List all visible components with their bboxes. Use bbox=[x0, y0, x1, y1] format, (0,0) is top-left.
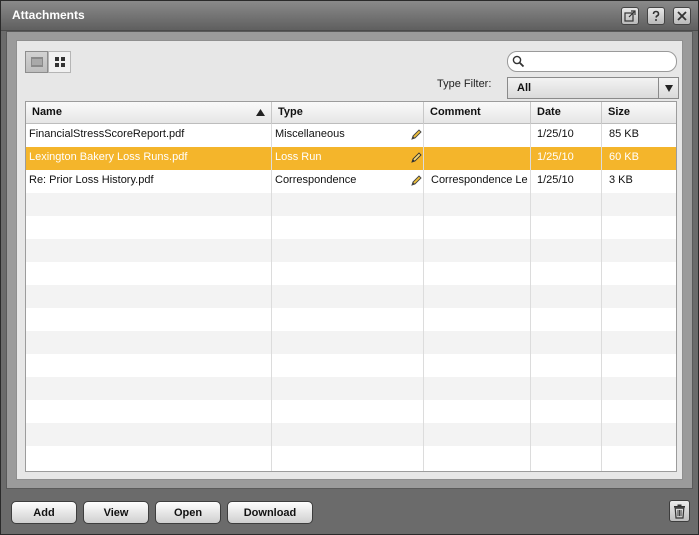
cell-comment bbox=[428, 147, 531, 170]
list-view-icon bbox=[30, 57, 43, 67]
edit-pencil-icon[interactable] bbox=[409, 151, 423, 165]
content-frame: Type Filter: All Name Type Comment Date … bbox=[6, 31, 693, 489]
empty-row bbox=[26, 193, 676, 216]
cell-date: 1/25/10 bbox=[537, 151, 574, 163]
cell-date: 1/25/10 bbox=[537, 174, 574, 186]
cell-name: FinancialStressScoreReport.pdf bbox=[29, 128, 185, 140]
type-text: Miscellaneous bbox=[275, 128, 345, 140]
button-bar: Add View Open Download bbox=[1, 491, 698, 534]
column-header-size[interactable]: Size bbox=[602, 102, 676, 124]
delete-button[interactable] bbox=[669, 500, 690, 522]
attachments-table: Name Type Comment Date Size FinancialStr… bbox=[25, 101, 677, 472]
close-button[interactable] bbox=[673, 7, 691, 25]
empty-row bbox=[26, 377, 676, 400]
type-filter-label: Type Filter: bbox=[437, 78, 492, 90]
search-field[interactable] bbox=[507, 51, 677, 72]
search-input[interactable] bbox=[528, 55, 668, 68]
title-bar: Attachments bbox=[1, 1, 698, 31]
search-icon bbox=[512, 55, 525, 68]
empty-row bbox=[26, 239, 676, 262]
window-title: Attachments bbox=[12, 8, 85, 22]
column-label: Name bbox=[32, 106, 62, 118]
cell-date: 1/25/10 bbox=[537, 128, 574, 140]
attachments-window: Attachments Type Filter: All Name Type C… bbox=[0, 0, 699, 535]
table-row[interactable]: FinancialStressScoreReport.pdf Miscellan… bbox=[26, 124, 676, 147]
sort-ascending-icon bbox=[256, 109, 265, 116]
table-header: Name Type Comment Date Size bbox=[26, 102, 676, 124]
edit-pencil-icon[interactable] bbox=[409, 174, 423, 188]
thumbnail-view-button[interactable] bbox=[48, 51, 71, 73]
cell-type: Loss Run bbox=[272, 147, 424, 170]
cell-size: 60 KB bbox=[609, 151, 639, 163]
empty-row bbox=[26, 331, 676, 354]
cell-size: 3 KB bbox=[609, 174, 633, 186]
type-text: Loss Run bbox=[275, 151, 322, 163]
cell-size: 85 KB bbox=[609, 128, 639, 140]
empty-row bbox=[26, 285, 676, 308]
column-header-date[interactable]: Date bbox=[531, 102, 602, 124]
view-button[interactable]: View bbox=[83, 501, 149, 524]
cell-type: Miscellaneous bbox=[272, 124, 424, 147]
table-row-selected[interactable]: Lexington Bakery Loss Runs.pdf Loss Run … bbox=[26, 147, 676, 170]
grid-view-icon bbox=[54, 57, 65, 67]
chevron-down-icon bbox=[664, 84, 673, 92]
cell-name: Re: Prior Loss History.pdf bbox=[29, 174, 154, 186]
type-filter-select[interactable]: All bbox=[507, 77, 679, 99]
add-button[interactable]: Add bbox=[11, 501, 77, 524]
close-icon bbox=[677, 11, 687, 21]
list-view-button[interactable] bbox=[25, 51, 48, 73]
trash-icon bbox=[674, 504, 685, 519]
column-header-comment[interactable]: Comment bbox=[424, 102, 531, 124]
column-label: Type bbox=[278, 106, 303, 118]
column-divider bbox=[271, 124, 272, 471]
column-divider bbox=[423, 124, 424, 471]
column-label: Date bbox=[537, 106, 561, 118]
column-label: Comment bbox=[430, 106, 481, 118]
cell-type: Correspondence bbox=[272, 170, 424, 193]
help-button[interactable] bbox=[647, 7, 665, 25]
column-divider bbox=[601, 124, 602, 471]
popout-icon bbox=[624, 10, 636, 22]
cell-comment: Correspondence Le bbox=[431, 174, 528, 186]
open-button[interactable]: Open bbox=[155, 501, 221, 524]
empty-row bbox=[26, 423, 676, 446]
view-toggle bbox=[25, 51, 71, 73]
type-filter-value: All bbox=[517, 82, 532, 94]
column-label: Size bbox=[608, 106, 631, 118]
dropdown-arrow[interactable] bbox=[658, 78, 678, 98]
download-button[interactable]: Download bbox=[227, 501, 313, 524]
table-row[interactable]: Re: Prior Loss History.pdf Correspondenc… bbox=[26, 170, 676, 193]
edit-pencil-icon[interactable] bbox=[409, 128, 423, 142]
column-divider bbox=[530, 124, 531, 471]
popout-button[interactable] bbox=[621, 7, 639, 25]
attachments-panel: Type Filter: All Name Type Comment Date … bbox=[16, 40, 683, 480]
cell-comment bbox=[428, 124, 531, 147]
type-text: Correspondence bbox=[275, 174, 357, 186]
column-header-type[interactable]: Type bbox=[272, 102, 424, 124]
column-header-name[interactable]: Name bbox=[26, 102, 272, 124]
help-icon bbox=[652, 10, 660, 21]
cell-name: Lexington Bakery Loss Runs.pdf bbox=[29, 151, 188, 163]
